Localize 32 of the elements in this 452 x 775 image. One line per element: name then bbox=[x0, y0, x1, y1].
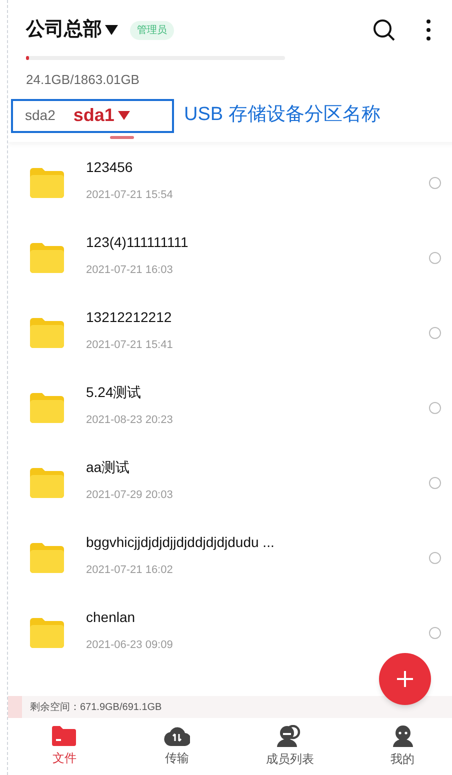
file-name: 5.24测试 bbox=[86, 382, 142, 402]
title-dropdown[interactable]: 公司总部 bbox=[26, 16, 118, 44]
file-date: 2021-07-21 16:02 bbox=[86, 562, 173, 578]
file-date: 2021-07-21 16:03 bbox=[86, 262, 173, 278]
file-date: 2021-08-23 20:23 bbox=[86, 412, 173, 428]
storage-reading: 24.1GB/1863.01GB bbox=[26, 71, 140, 89]
file-row[interactable]: 123456 2021-07-21 15:54 bbox=[8, 146, 452, 220]
partition-tab[interactable]: sda2 bbox=[25, 105, 56, 126]
file-name: 123456 bbox=[86, 158, 133, 177]
file-name: aa测试 bbox=[86, 458, 130, 477]
annotation-label: USB 存储设备分区名称 bbox=[184, 103, 380, 128]
file-date: 2021-07-29 20:03 bbox=[86, 488, 173, 503]
nav-tab[interactable]: 传输 bbox=[120, 718, 234, 775]
nav-tab[interactable]: 我的 bbox=[346, 718, 452, 775]
file-date: 2021-07-21 15:54 bbox=[86, 188, 173, 203]
file-row[interactable]: 5.24测试 2021-08-23 20:23 bbox=[8, 370, 452, 446]
file-row[interactable]: chenlan 2021-06-23 09:09 bbox=[8, 596, 452, 670]
file-row[interactable]: aa测试 2021-07-29 20:03 bbox=[8, 446, 452, 520]
file-date: 2021-07-21 15:41 bbox=[86, 338, 173, 353]
file-row[interactable]: 13212212212 2021-07-21 15:41 bbox=[8, 296, 452, 370]
file-name: 123(4)111111111 bbox=[86, 232, 188, 252]
nav-tab[interactable]: 成员列表 bbox=[234, 718, 346, 775]
file-name: 13212212212 bbox=[86, 308, 172, 327]
free-space-label: 剩余空间：671.9GB/691.1GB bbox=[30, 700, 162, 714]
file-name: bggvhicjjdjdjdjjdjddjdjdjdudu ... bbox=[86, 532, 274, 552]
file-date: 2021-06-23 09:09 bbox=[86, 638, 173, 653]
file-row[interactable]: bggvhicjjdjdjdjjdjddjdjdjdudu ... 2021-07-21 16:02 bbox=[8, 520, 452, 596]
role-badge: 管理员 bbox=[130, 20, 174, 40]
file-name: chenlan bbox=[86, 608, 136, 627]
partition-tab[interactable]: sda1 bbox=[73, 102, 130, 129]
nav-tab[interactable]: 文件 bbox=[8, 718, 121, 775]
file-row[interactable]: 123(4)111111111 2021-07-21 16:03 bbox=[8, 220, 452, 296]
